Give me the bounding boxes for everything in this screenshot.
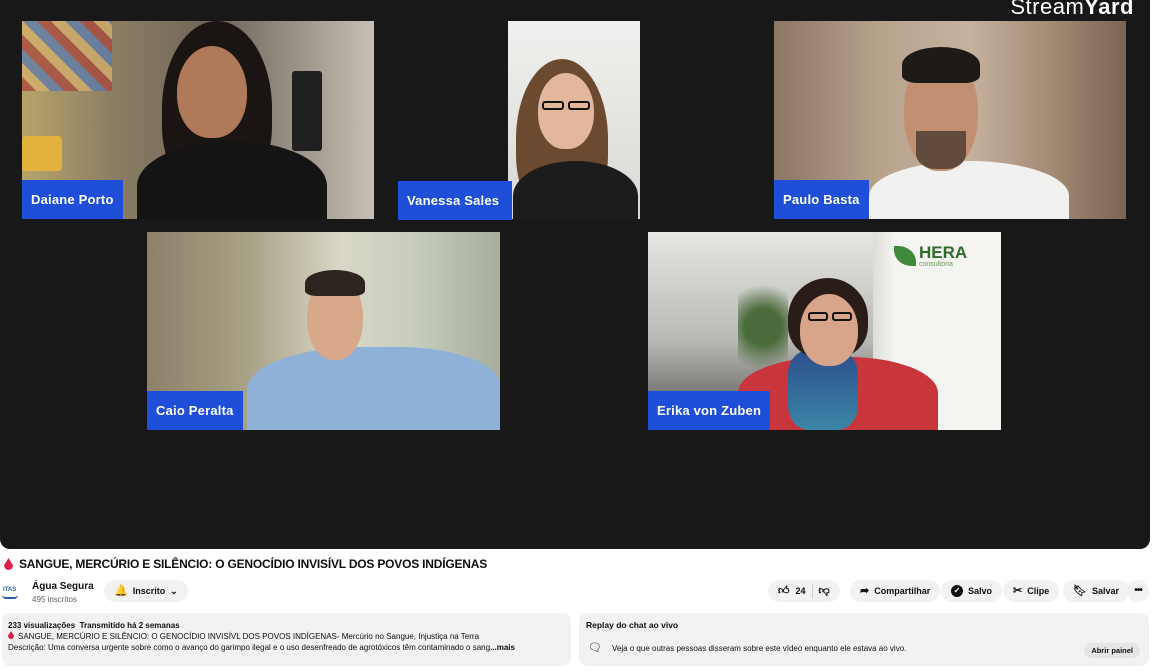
view-count: 233 visualizações	[8, 621, 76, 630]
participant-name-tag: Vanessa Sales	[398, 181, 512, 220]
video-title: SANGUE, MERCÚRIO E SILÊNCIO: O GENOCÍDIO…	[19, 557, 488, 571]
thumbs-down-icon[interactable]: 👎︎	[819, 585, 830, 597]
subscribed-button[interactable]: 🔔 Inscrito ⌄	[104, 580, 188, 602]
description-line-1: SANGUE, MERCÚRIO E SILÊNCIO: O GENOCÍDIO…	[18, 632, 480, 641]
saved-label: Salvo	[968, 586, 993, 596]
description-title-line: SANGUE, MERCÚRIO E SILÊNCIO: O GENOCÍDIO…	[8, 631, 565, 642]
channel-avatar[interactable]: ITAS	[0, 583, 22, 603]
divider	[811, 584, 813, 598]
live-chat-replay: Replay do chat ao vivo 🗨︎ Veja o que out…	[579, 613, 1149, 666]
bell-icon: 🔔	[114, 584, 128, 597]
blood-drop-icon	[8, 631, 14, 639]
blood-drop-icon	[4, 558, 13, 570]
show-more-link[interactable]: ...mais	[490, 643, 515, 652]
participant-tile: Daiane Porto	[22, 21, 374, 219]
share-button[interactable]: ➦ Compartilhar	[850, 580, 941, 602]
participant-name-tag: Daiane Porto	[22, 180, 123, 219]
chevron-down-icon: ⌄	[170, 585, 178, 596]
chat-replay-title: Replay do chat ao vivo	[586, 620, 679, 630]
more-actions-button[interactable]: •••	[1127, 580, 1149, 602]
clip-label: Clipe	[1027, 586, 1050, 596]
description-text-line: Descrição: Uma conversa urgente sobre co…	[8, 642, 565, 653]
description-line-2: Descrição: Uma conversa urgente sobre co…	[8, 643, 491, 652]
chat-replay-info: 🗨︎ Veja o que outras pessoas disseram so…	[588, 643, 906, 654]
more-horizontal-icon: •••	[1134, 585, 1142, 596]
saved-button[interactable]: ✓ Salvo	[941, 580, 1003, 602]
channel-name[interactable]: Água Segura	[32, 581, 94, 592]
description-box[interactable]: 233 visualizações Transmitido há 2 seman…	[2, 613, 571, 666]
participant-name-tag-wrap: Vanessa Sales	[398, 181, 512, 220]
stream-date: Transmitido há 2 semanas	[79, 621, 180, 630]
participant-tile	[508, 21, 640, 219]
save-to-playlist-button[interactable]: 🔖︎ Salvar	[1063, 580, 1129, 602]
participant-name-tag: Paulo Basta	[774, 180, 869, 219]
share-arrow-icon: ➦	[860, 584, 870, 597]
video-title-row: SANGUE, MERCÚRIO E SILÊNCIO: O GENOCÍDIO…	[4, 557, 487, 571]
bookmark-icon: 🔖︎	[1073, 584, 1087, 597]
subscriber-count: 495 inscritos	[32, 595, 77, 604]
participant-tile: Paulo Basta	[774, 21, 1126, 219]
save-label: Salvar	[1091, 586, 1119, 596]
wave-icon	[2, 595, 18, 599]
description-meta: 233 visualizações Transmitido há 2 seman…	[8, 620, 565, 631]
chat-replay-text: Veja o que outras pessoas disseram sobre…	[611, 644, 907, 653]
video-player[interactable]: StreamYard Daiane Porto Vanessa Sales Pa…	[0, 0, 1150, 549]
leaf-icon	[894, 246, 916, 266]
jar	[22, 136, 62, 171]
clip-button[interactable]: ✂ Clipe	[1003, 580, 1060, 602]
like-count[interactable]: 24	[796, 586, 806, 596]
participant-name-tag: Caio Peralta	[147, 391, 243, 430]
participant-name-tag: Erika von Zuben	[648, 391, 771, 430]
channel-actions-row: ITAS Água Segura 495 inscritos 🔔 Inscrit…	[0, 580, 1155, 604]
streamyard-logo: StreamYard	[1010, 0, 1134, 19]
thumbs-up-icon[interactable]: 👍︎	[778, 585, 790, 597]
chat-bubble-icon: 🗨︎	[588, 642, 602, 654]
decor-object	[292, 71, 322, 151]
subscribed-label: Inscrito	[132, 586, 166, 596]
sponsor-logo: HERA consultoria	[894, 244, 967, 268]
participant-tile: Caio Peralta	[147, 232, 500, 430]
tiled-wall	[22, 21, 112, 91]
check-circle-icon: ✓	[951, 585, 963, 597]
like-dislike-group: 👍︎ 24 👎︎	[768, 580, 840, 602]
scissors-icon: ✂	[1013, 584, 1023, 597]
open-panel-button[interactable]: Abrir painel	[1084, 643, 1140, 658]
share-label: Compartilhar	[874, 586, 931, 596]
participant-tile: HERA consultoria Erika von Zuben	[648, 232, 1001, 430]
